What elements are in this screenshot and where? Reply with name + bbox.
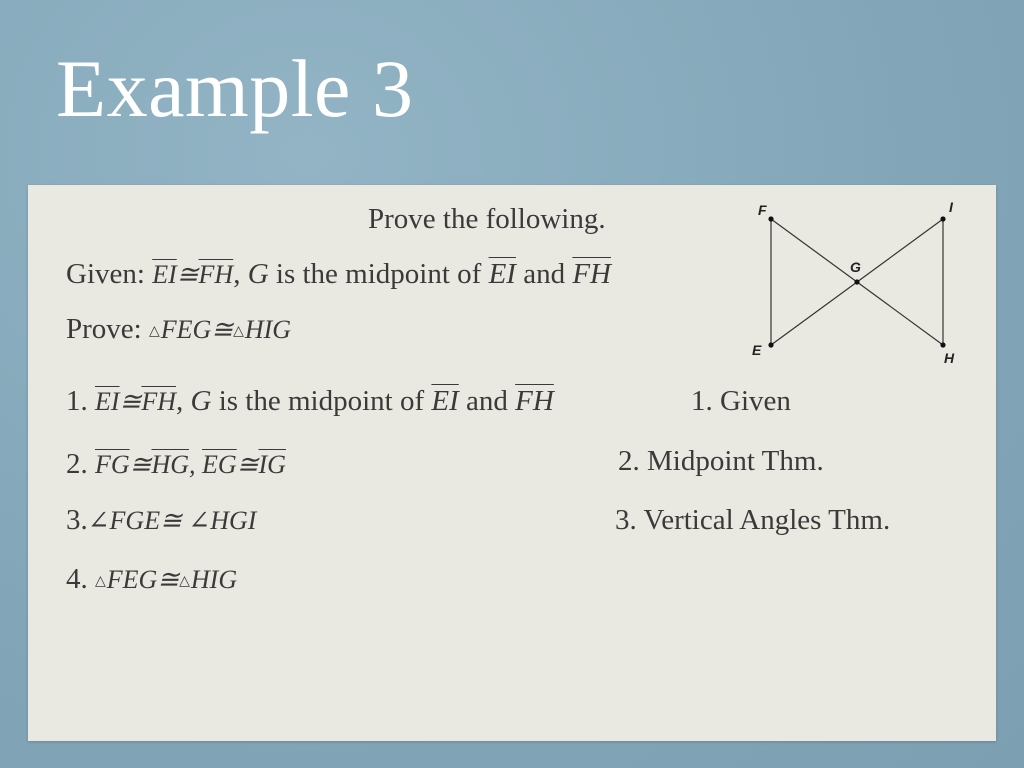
prove-statement: Prove: △FEG≅△HIG xyxy=(66,315,291,344)
label-g: G xyxy=(850,259,861,275)
given-segment-ei-2: EI xyxy=(488,258,516,290)
triangle-hig: HIG xyxy=(190,565,238,594)
given-segment-fh-2: FH xyxy=(572,258,611,290)
segment-hg: HG xyxy=(151,450,190,479)
label-h: H xyxy=(944,350,955,366)
congruent-symbol: ≅ xyxy=(119,387,142,416)
segment-fg: FG xyxy=(95,450,130,479)
prove-expression: △FEG≅△HIG xyxy=(149,315,291,344)
prove-triangle-hig: HIG xyxy=(244,315,292,344)
label-i: I xyxy=(949,199,954,215)
and-text: and xyxy=(458,385,516,417)
angle-icon: ∠ xyxy=(87,506,110,535)
step-3-statement: 3.∠FGE≅ ∠HGI xyxy=(66,506,256,535)
congruent-symbol: ≅ xyxy=(160,506,182,535)
prove-label: Prove: xyxy=(66,313,142,345)
angle-hgi: HGI xyxy=(210,506,257,535)
point-i xyxy=(940,216,946,222)
given-and: and xyxy=(515,258,573,290)
congruent-symbol: ≅ xyxy=(157,565,180,594)
point-g-dot xyxy=(854,279,860,285)
segment-fh: FH xyxy=(141,387,177,416)
angle-icon: ∠ xyxy=(188,506,211,535)
segment-ei-2: EI xyxy=(431,385,459,417)
given-label: Given: xyxy=(66,258,145,290)
segment-ig: IG xyxy=(258,450,286,479)
proof-card: Prove the following. Given: EI≅FH, G is … xyxy=(28,185,996,741)
angle-fge: FGE xyxy=(109,506,161,535)
congruent-symbol: ≅ xyxy=(236,450,259,479)
triangle-icon: △ xyxy=(95,574,106,589)
step-1-reason: 1. Given xyxy=(691,385,791,417)
triangle-icon: △ xyxy=(148,324,160,339)
triangle-icon: △ xyxy=(179,574,190,589)
slide-title: Example 3 xyxy=(56,43,414,134)
step-3-reason: 3. Vertical Angles Thm. xyxy=(615,504,891,536)
step-number: 1. xyxy=(66,385,88,417)
given-text: is the midpoint of xyxy=(268,258,489,290)
prove-triangle-feg: FEG xyxy=(160,315,212,344)
separator: , xyxy=(189,450,196,479)
given-point-g: G xyxy=(247,258,269,290)
point-e xyxy=(768,342,774,348)
prompt-header: Prove the following. xyxy=(368,203,606,235)
given-segment-ei: EI xyxy=(152,260,177,289)
congruent-symbol: ≅ xyxy=(129,450,152,479)
step-text: is the midpoint of xyxy=(211,385,432,417)
step-4-expression: △FEG≅△HIG xyxy=(95,565,237,594)
triangle-icon: △ xyxy=(233,324,244,339)
segment-fh-2: FH xyxy=(515,385,554,417)
segment-eg: EG xyxy=(202,450,237,479)
bowtie-diagram: F I G E H xyxy=(752,199,955,366)
step-number: 2. xyxy=(66,448,88,480)
given-congruent: ≅ xyxy=(176,260,199,289)
point-h xyxy=(940,342,946,348)
comma: , xyxy=(176,385,184,417)
label-f: F xyxy=(758,202,767,218)
prove-congruent: ≅ xyxy=(211,315,234,344)
point-f xyxy=(768,216,774,222)
given-statement: Given: EI≅FH, G is the midpoint of EI an… xyxy=(66,260,611,289)
step-2-reason: 2. Midpoint Thm. xyxy=(618,445,824,477)
segment-ei: EI xyxy=(95,387,120,416)
point-g: G xyxy=(190,385,212,417)
step-1-statement: 1. EI≅FH, G is the midpoint of EI and FH xyxy=(66,387,554,416)
step-number: 4. xyxy=(66,563,88,595)
triangle-feg: FEG xyxy=(106,565,158,594)
step-number: 3. xyxy=(66,504,88,536)
step-2-statement: 2. FG≅HG, EG≅IG xyxy=(66,450,286,479)
given-comma: , xyxy=(233,258,241,290)
label-e: E xyxy=(752,342,762,358)
step-3-expression: ∠FGE≅ ∠HGI xyxy=(88,506,257,535)
step-4-statement: 4. △FEG≅△HIG xyxy=(66,565,237,594)
given-segment-fh: FH xyxy=(198,260,234,289)
step-2-expression: FG≅HG, EG≅IG xyxy=(95,450,286,479)
